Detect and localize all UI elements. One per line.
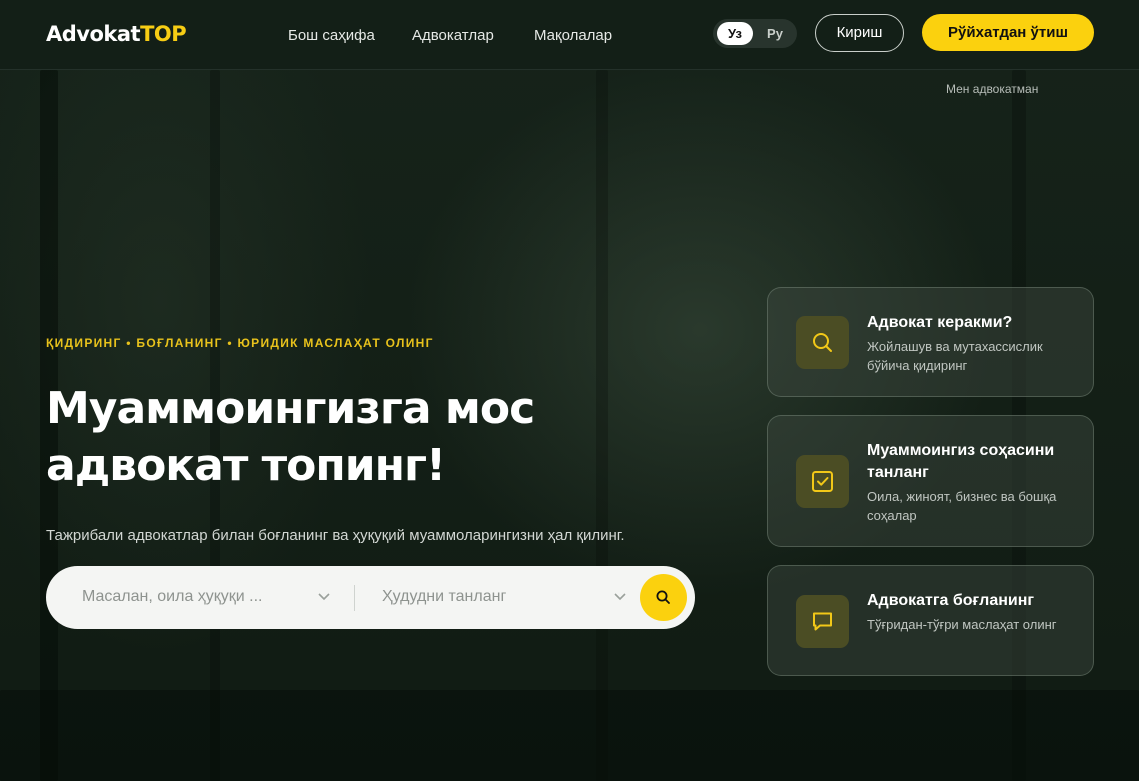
feature-icon-box [796,455,849,508]
hero-tagline: ҚИДИРИНГ • БОҒЛАНИНГ • ЮРИДИК МАСЛАҲАТ О… [46,336,434,350]
login-button[interactable]: Кириш [815,14,904,52]
feature-card-title: Адвокатга боғланинг [867,592,1035,609]
nav-articles-link[interactable]: Мақолалар [534,27,612,44]
search-icon [656,590,670,604]
chevron-down-icon [318,593,330,601]
top-nav-bar: AdvokatTOP Бош саҳифа Адвокатлар Мақолал… [0,0,1139,70]
feature-card-desc: Тўғридан-тўғри маслаҳат олинг [867,617,1057,632]
feature-icon-box [796,316,849,369]
region-select[interactable]: Ҳудудни танланг [382,566,632,629]
nav-home-link[interactable]: Бош саҳифа [288,27,375,44]
ground-shadow [0,690,1139,781]
feature-card-contact-lawyer[interactable]: Адвокатга боғланинг Тўғридан-тўғри масла… [767,565,1094,676]
feature-card-find-lawyer[interactable]: Адвокат керакми? Жойлашув ва мутахассисл… [767,287,1094,397]
practice-area-placeholder: Масалан, оила ҳуқуқи ... [82,588,263,605]
feature-icon-box [796,595,849,648]
search-button[interactable] [640,574,687,621]
hero-headline: Муаммоингизга мос адвокат топинг! [46,383,535,491]
chat-icon [813,612,832,631]
logo-text: Advokat [46,22,141,46]
search-divider [354,585,355,611]
region-placeholder: Ҳудудни танланг [382,588,507,605]
register-button[interactable]: Рўйхатдан ўтиш [922,14,1094,51]
chevron-down-icon [614,593,626,601]
feature-card-title: Адвокат керакми? [867,314,1013,331]
lang-ru-option[interactable]: Ру [757,22,793,45]
feature-card-title: Муаммоингиз соҳасини танланг [867,442,1055,481]
language-switcher: Уз Ру [713,19,797,48]
practice-area-select[interactable]: Масалан, оила ҳуқуқи ... [82,566,332,629]
search-bar: Масалан, оила ҳуқуқи ... Ҳудудни танланг [46,566,695,629]
feature-card-desc: Жойлашув ва мутахассислик бўйича қидирин… [867,339,1043,373]
logo-accent: TOP [140,22,187,46]
lang-uz-option[interactable]: Уз [717,22,753,45]
logo[interactable]: AdvokatTOP [46,22,187,46]
hero-subtext: Тажрибали адвокатлар билан боғланинг ва … [46,527,625,544]
checkbox-icon [812,471,833,492]
feature-card-desc: Оила, жиноят, бизнес ва бошқа соҳалар [867,489,1057,523]
feature-card-choose-area[interactable]: Муаммоингиз соҳасини танланг Оила, жиноя… [767,415,1094,547]
nav-lawyers-link[interactable]: Адвокатлар [412,27,494,44]
search-icon [813,333,832,352]
lawyer-signup-link[interactable]: Мен адвокатман [946,82,1038,96]
